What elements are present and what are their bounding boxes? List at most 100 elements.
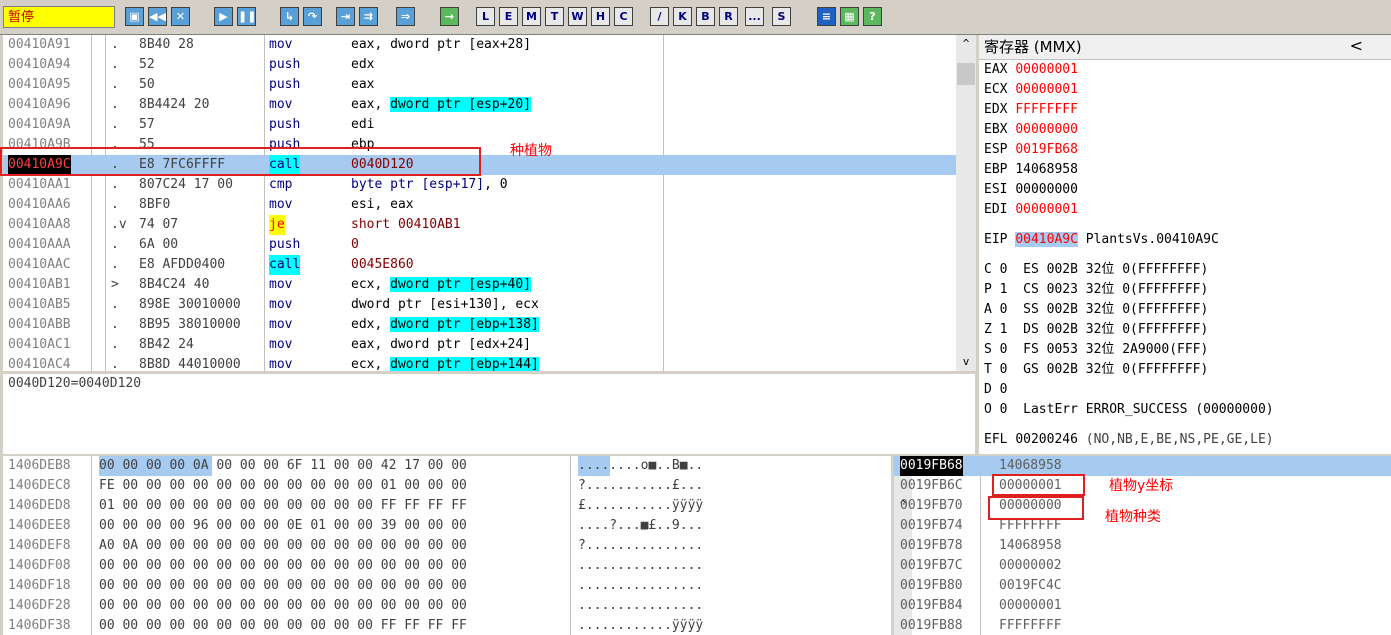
register-esp[interactable]: ESP 0019FB68: [984, 140, 1078, 160]
dump-row[interactable]: 1406DEB8 00 00 00 00 0A 00 00 00 6F 11 00…: [3, 456, 891, 476]
disasm-row[interactable]: 00410A9A. 57 push edi: [3, 115, 956, 135]
execute-till-return-icon[interactable]: ⇒: [396, 7, 415, 26]
close-icon[interactable]: ✕: [171, 7, 190, 26]
disasm-row[interactable]: 00410A94. 52 push edx: [3, 55, 956, 75]
disasm-row[interactable]: 00410AB1 >8B4C24 40 mov ecx, dword ptr [esp…: [3, 275, 956, 295]
flag[interactable]: D 0: [984, 382, 1007, 397]
register-value[interactable]: FFFFFFFF: [1015, 102, 1078, 117]
toolbar-button-3[interactable]: T: [545, 7, 564, 26]
collapse-icon[interactable]: <: [1350, 36, 1363, 56]
disasm-row[interactable]: 00410AC1. 8B42 24 mov eax, dword ptr [edx+2…: [3, 335, 956, 355]
open-icon[interactable]: ▣: [125, 7, 144, 26]
flag-row[interactable]: P 1 CS 0023 32位 0(FFFFFFFF): [984, 280, 1208, 300]
disasm-row[interactable]: 00410ABB. 8B95 38010000 mov edx, dword ptr …: [3, 315, 956, 335]
toolbar-button-2[interactable]: M: [522, 7, 541, 26]
toolbar-button-1[interactable]: E: [499, 7, 518, 26]
help-icon[interactable]: ?: [863, 7, 882, 26]
flag[interactable]: C 0: [984, 262, 1007, 277]
flag[interactable]: Z 1: [984, 322, 1007, 337]
disasm-row[interactable]: 00410AA8 .v 74 07 je short 00410AB1: [3, 215, 956, 235]
trace-into-icon[interactable]: ⇥: [336, 7, 355, 26]
toolbar-button-12[interactable]: S: [772, 7, 791, 26]
flag-row[interactable]: Z 1 DS 002B 32位 0(FFFFFFFF): [984, 320, 1208, 340]
register-value[interactable]: 00000000: [1015, 122, 1078, 137]
flag-row[interactable]: D 0: [984, 380, 1023, 400]
toolbar-button-7[interactable]: /: [650, 7, 669, 26]
run-icon[interactable]: ▶: [214, 7, 233, 26]
register-eip[interactable]: EIP 00410A9C PlantsVs.00410A9C: [984, 230, 1219, 250]
stack-row[interactable]: 0019FB78 14068958: [894, 536, 1391, 556]
register-value[interactable]: 14068958: [1015, 162, 1078, 177]
stack-row[interactable]: 0019FB88 FFFFFFFF: [894, 616, 1391, 635]
grid-icon[interactable]: ▦: [840, 7, 859, 26]
disasm-row[interactable]: 00410AAA. 6A 00 push 0: [3, 235, 956, 255]
stack-row[interactable]: 0019FB68 14068958: [894, 456, 1391, 476]
rewind-icon[interactable]: ◀◀: [148, 7, 167, 26]
flag[interactable]: S 0: [984, 342, 1007, 357]
flag[interactable]: A 0: [984, 302, 1007, 317]
toolbar-button-4[interactable]: W: [568, 7, 587, 26]
toolbar-button-10[interactable]: R: [719, 7, 738, 26]
flag[interactable]: P 1: [984, 282, 1007, 297]
dump-row[interactable]: 1406DF28 00 00 00 00 00 00 00 00 00 00 00…: [3, 596, 891, 616]
trace-over-icon[interactable]: ⇉: [359, 7, 378, 26]
memory-dump-pane[interactable]: 1406DEB8 00 00 00 00 0A 00 00 00 6F 11 00…: [3, 456, 891, 635]
register-edx[interactable]: EDX FFFFFFFF: [984, 100, 1078, 120]
register-value[interactable]: 00200246: [1015, 432, 1078, 447]
register-edi[interactable]: EDI 00000001: [984, 200, 1078, 220]
dump-row[interactable]: 1406DED8 01 00 00 00 00 00 00 00 00 00 00…: [3, 496, 891, 516]
disasm-mnemonic: cmp: [269, 177, 293, 192]
dump-row[interactable]: 1406DEE8 00 00 00 00 96 00 00 00 0E 01 00…: [3, 516, 891, 536]
register-eax[interactable]: EAX 00000001: [984, 60, 1078, 80]
flag-row[interactable]: O 0 LastErr ERROR_SUCCESS (00000000): [984, 400, 1274, 420]
stack-row[interactable]: 0019FB7C 00000002: [894, 556, 1391, 576]
register-value[interactable]: 00000000: [1015, 182, 1078, 197]
register-value[interactable]: 0019FB68: [1015, 142, 1078, 157]
register-value[interactable]: 00000001: [1015, 202, 1078, 217]
go-to-icon[interactable]: →: [440, 7, 459, 26]
register-ecx[interactable]: ECX 00000001: [984, 80, 1078, 100]
toolbar-button-0[interactable]: L: [476, 7, 495, 26]
toolbar-button-11[interactable]: ...: [745, 7, 764, 26]
disasm-row[interactable]: 00410AC4. 8B8D 44010000 mov ecx, dword ptr …: [3, 355, 956, 371]
flag[interactable]: O 0: [984, 402, 1007, 417]
register-ebp[interactable]: EBP 14068958: [984, 160, 1078, 180]
register-ebx[interactable]: EBX 00000000: [984, 120, 1078, 140]
disasm-row[interactable]: 00410A91. 8B40 28 mov eax, dword ptr [eax+2…: [3, 35, 956, 55]
toolbar-button-9[interactable]: B: [696, 7, 715, 26]
flag[interactable]: T 0: [984, 362, 1007, 377]
flag-row[interactable]: T 0 GS 002B 32位 0(FFFFFFFF): [984, 360, 1208, 380]
registers-pane[interactable]: 寄存器 (MMX) < EAX 00000001 ECX 00000001 EDX …: [979, 35, 1391, 454]
stack-row[interactable]: 0019FB84 00000001: [894, 596, 1391, 616]
flag-row[interactable]: A 0 SS 002B 32位 0(FFFFFFFF): [984, 300, 1208, 320]
dump-row[interactable]: 1406DF38 00 00 00 00 00 00 00 00 00 00 00…: [3, 616, 891, 635]
register-esi[interactable]: ESI 00000000: [984, 180, 1078, 200]
register-value[interactable]: 00410A9C: [1015, 232, 1078, 247]
toolbar-button-6[interactable]: C: [614, 7, 633, 26]
step-into-icon[interactable]: ↳: [280, 7, 299, 26]
flag-row[interactable]: C 0 ES 002B 32位 0(FFFFFFFF): [984, 260, 1208, 280]
registers-title: 寄存器 (MMX): [984, 38, 1082, 56]
disasm-row[interactable]: 00410AB5. 898E 30010000 mov dword ptr [esi+…: [3, 295, 956, 315]
stack-row[interactable]: 0019FB80 0019FC4C: [894, 576, 1391, 596]
dump-row[interactable]: 1406DF18 00 00 00 00 00 00 00 00 00 00 00…: [3, 576, 891, 596]
disasm-row[interactable]: 00410A96. 8B4424 20 mov eax, dword ptr [esp…: [3, 95, 956, 115]
disasm-row[interactable]: 00410AA6. 8BF0 mov esi, eax: [3, 195, 956, 215]
disassembly-scrollbar[interactable]: ^ v: [956, 35, 976, 371]
dump-row[interactable]: 1406DF08 00 00 00 00 00 00 00 00 00 00 00…: [3, 556, 891, 576]
disassembly-pane[interactable]: 00410A91. 8B40 28 mov eax, dword ptr [eax+2…: [3, 35, 956, 371]
flag-row[interactable]: S 0 FS 0053 32位 2A9000(FFF): [984, 340, 1208, 360]
step-over-icon[interactable]: ↷: [303, 7, 322, 26]
disasm-row[interactable]: 00410A95. 50 push eax: [3, 75, 956, 95]
dump-row[interactable]: 1406DEC8 FE 00 00 00 00 00 00 00 00 00 00…: [3, 476, 891, 496]
register-efl[interactable]: EFL 00200246 (NO,NB,E,BE,NS,PE,GE,LE): [984, 430, 1274, 450]
pause-icon[interactable]: ❚❚: [237, 7, 256, 26]
disasm-row[interactable]: 00410AA1. 807C24 17 00 cmp byte ptr [esp+17…: [3, 175, 956, 195]
register-value[interactable]: 00000001: [1015, 82, 1078, 97]
register-value[interactable]: 00000001: [1015, 62, 1078, 77]
dump-row[interactable]: 1406DEF8 A0 0A 00 00 00 00 00 00 00 00 00…: [3, 536, 891, 556]
disasm-row[interactable]: 00410AAC. E8 AFDD0400 call 0045E860: [3, 255, 956, 275]
toolbar-button-5[interactable]: H: [591, 7, 610, 26]
list-icon[interactable]: ≡: [817, 7, 836, 26]
toolbar-button-8[interactable]: K: [673, 7, 692, 26]
